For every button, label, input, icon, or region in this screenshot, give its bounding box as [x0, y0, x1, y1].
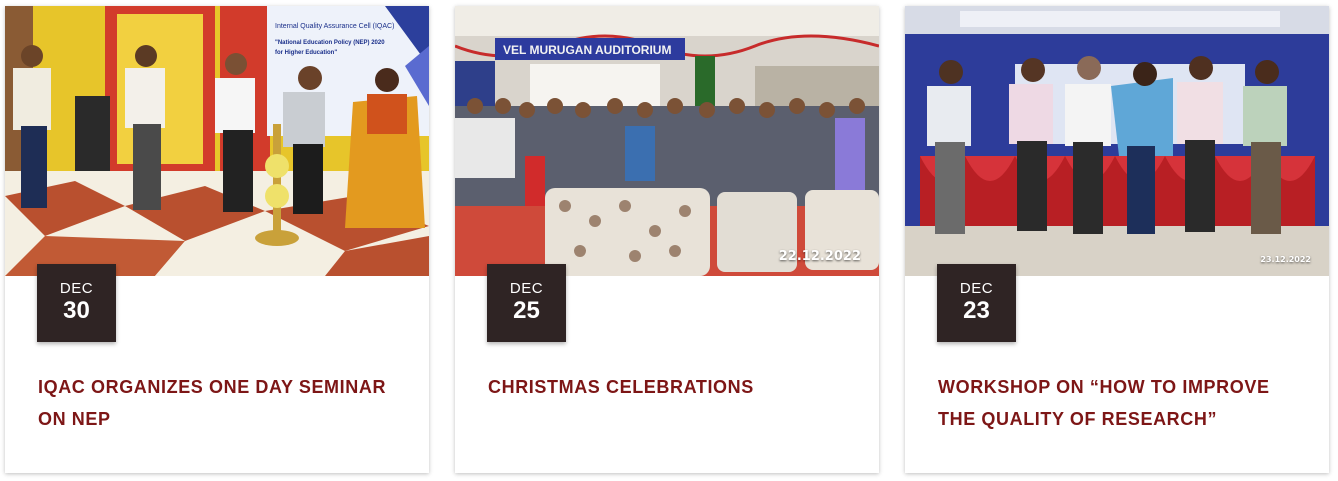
auditorium-sign: VEL MURUGAN AUDITORIUM [503, 43, 671, 57]
photo-date-stamp: 23.12.2022 [1260, 255, 1311, 264]
date-month: DEC [959, 280, 994, 297]
date-day: 30 [63, 297, 90, 324]
event-card[interactable]: Internal Quality Assurance Cell (IQAC) "… [5, 6, 429, 473]
event-title-link[interactable]: CHRISTMAS CELEBRATIONS [488, 371, 858, 403]
banner-text-line3: for Higher Education" [275, 50, 337, 56]
event-title-link[interactable]: IQAC ORGANIZES ONE DAY SEMINAR ON NEP [38, 371, 408, 435]
event-card[interactable]: 23.12.2022 DEC 23 WORKSHOP ON “HOW TO IM… [905, 6, 1329, 473]
date-month: DEC [509, 280, 544, 297]
date-badge: DEC 25 [487, 264, 566, 342]
banner-text-line1: Internal Quality Assurance Cell (IQAC) [275, 23, 394, 30]
event-photo[interactable]: Internal Quality Assurance Cell (IQAC) "… [5, 6, 429, 276]
photo-date-stamp: 22.12.2022 [778, 249, 861, 264]
event-photo[interactable]: VEL MURUGAN AUDITORIUM 22.12.2022 [455, 6, 879, 276]
banner-text-line2: "National Education Policy (NEP) 2020 [275, 40, 385, 46]
date-badge: DEC 30 [37, 264, 116, 342]
event-title-link[interactable]: WORKSHOP ON “HOW TO IMPROVE THE QUALITY … [938, 371, 1308, 435]
date-badge: DEC 23 [937, 264, 1016, 342]
event-card[interactable]: VEL MURUGAN AUDITORIUM 22.12.2022 DEC 25… [455, 6, 879, 473]
date-day: 25 [513, 297, 540, 324]
date-month: DEC [59, 280, 94, 297]
date-day: 23 [963, 297, 990, 324]
event-photo[interactable]: 23.12.2022 [905, 6, 1329, 276]
